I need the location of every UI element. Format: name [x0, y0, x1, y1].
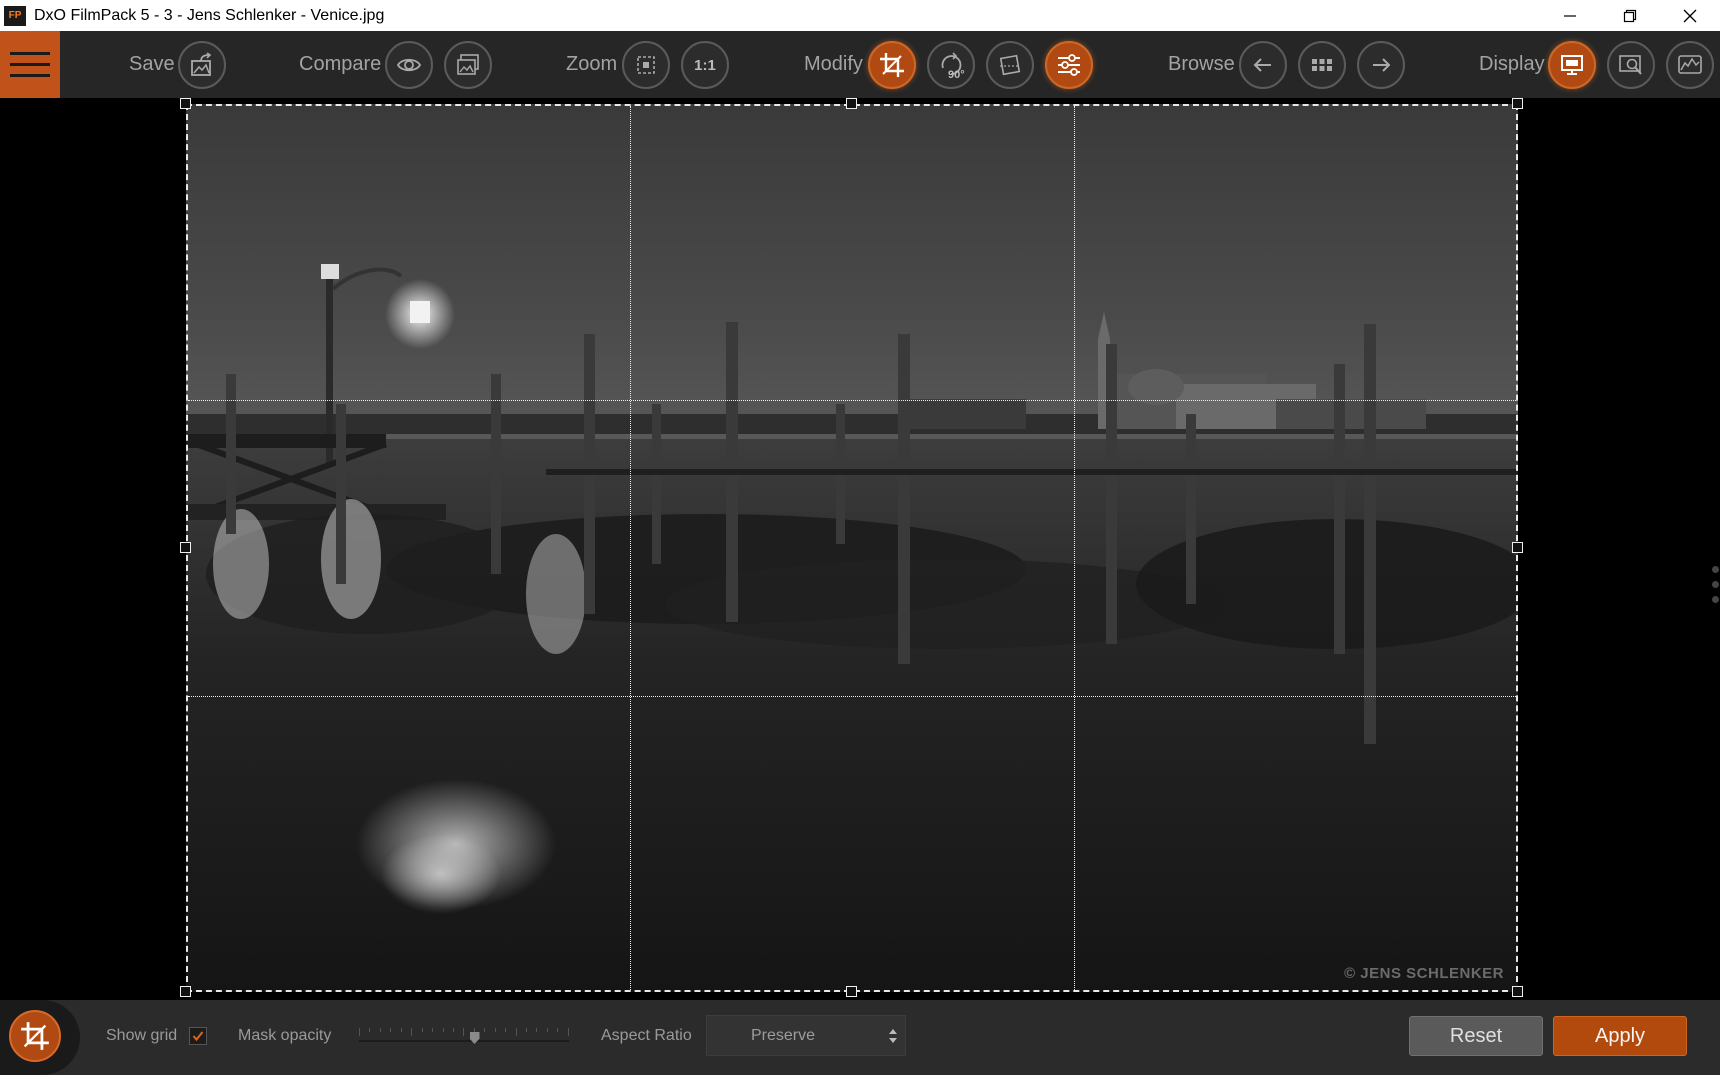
arrow-left-icon	[1253, 58, 1271, 72]
histogram-icon	[1678, 55, 1702, 74]
main-toolbar: Save Compare Zoom 1:1 Modify 90° Browse …	[0, 31, 1720, 98]
adjustments-button[interactable]	[1045, 41, 1093, 89]
mask-opacity-slider[interactable]	[359, 1022, 569, 1048]
reset-button[interactable]: Reset	[1409, 1016, 1543, 1056]
tool-indicator-area	[0, 1000, 80, 1075]
rotate-button[interactable]: 90°	[927, 41, 975, 89]
crop-handle-left[interactable]	[180, 542, 191, 553]
crop-button[interactable]	[868, 41, 916, 89]
crop-handle-right[interactable]	[1512, 542, 1523, 553]
zoom-fit-button[interactable]	[622, 41, 670, 89]
monitor-icon	[1561, 55, 1583, 75]
browse-label: Browse	[1168, 53, 1235, 75]
straighten-button[interactable]	[986, 41, 1034, 89]
zoom-fit-icon	[637, 56, 655, 74]
compare-eye-button[interactable]	[385, 41, 433, 89]
restore-button[interactable]	[1600, 0, 1660, 31]
active-crop-tool-button[interactable]	[9, 1010, 61, 1062]
app-logo: FP	[4, 5, 26, 26]
crop-handle-top-left[interactable]	[180, 98, 191, 109]
mask-opacity-label: Mask opacity	[238, 1027, 332, 1044]
checkmark-icon	[192, 1031, 204, 1042]
aspect-ratio-label: Aspect Ratio	[601, 1027, 692, 1044]
menu-icon	[10, 51, 50, 77]
close-button[interactable]	[1660, 0, 1720, 31]
apply-button[interactable]: Apply	[1553, 1016, 1687, 1056]
image-viewer: © JENS SCHLENKER	[0, 98, 1720, 1000]
loupe-icon	[1619, 55, 1642, 75]
crop-icon	[21, 1022, 49, 1050]
sliders-icon	[1058, 54, 1080, 76]
close-icon	[1683, 9, 1697, 22]
straighten-icon	[999, 54, 1021, 76]
select-arrows-icon	[889, 1029, 897, 1043]
minimize-icon	[1564, 14, 1576, 17]
eye-icon	[396, 58, 422, 72]
crop-handle-bottom[interactable]	[846, 986, 857, 997]
aspect-ratio-value: Preserve	[751, 1026, 816, 1044]
histogram-button[interactable]	[1666, 41, 1714, 89]
minimize-button[interactable]	[1540, 0, 1600, 31]
restore-icon	[1623, 9, 1637, 22]
zoom-100-button[interactable]: 1:1	[681, 41, 729, 89]
slider-ticks	[359, 1028, 569, 1036]
display-label: Display	[1479, 53, 1545, 75]
save-icon	[191, 52, 212, 76]
crop-handle-bottom-right[interactable]	[1512, 986, 1523, 997]
show-grid-label: Show grid	[106, 1027, 178, 1044]
crop-handle-bottom-left[interactable]	[180, 986, 191, 997]
loupe-button[interactable]	[1607, 41, 1655, 89]
crop-handle-top-right[interactable]	[1512, 98, 1523, 109]
grid-line-horizontal-2	[188, 696, 1516, 697]
side-panel-handle[interactable]	[1712, 566, 1720, 611]
aspect-ratio-select[interactable]: Preserve	[706, 1015, 906, 1056]
compare-images-icon	[457, 54, 479, 75]
previous-image-button[interactable]	[1239, 41, 1287, 89]
save-label: Save	[129, 53, 175, 75]
grid-line-vertical-1	[630, 106, 631, 990]
slider-thumb[interactable]	[469, 1032, 480, 1044]
title-bar: FP DxO FilmPack 5 - 3 - Jens Schlenker -…	[0, 0, 1720, 31]
window-controls	[1540, 0, 1720, 31]
grid-view-button[interactable]	[1298, 41, 1346, 89]
crop-icon	[880, 53, 904, 77]
display-single-button[interactable]	[1548, 41, 1596, 89]
slider-track	[359, 1040, 569, 1042]
crop-options-bar: Show grid Mask opacity Aspect Ratio Pres…	[0, 1000, 1720, 1075]
zoom-label: Zoom	[566, 53, 618, 75]
compare-images-button[interactable]	[444, 41, 492, 89]
modify-label: Modify	[804, 53, 863, 75]
main-menu-button[interactable]	[0, 31, 60, 98]
arrow-right-icon	[1373, 58, 1391, 72]
crop-frame[interactable]	[186, 104, 1518, 992]
grid-view-icon	[1312, 59, 1332, 71]
zoom-100-label: 1:1	[694, 56, 716, 74]
show-grid-checkbox[interactable]	[189, 1027, 207, 1045]
next-image-button[interactable]	[1357, 41, 1405, 89]
window-title: DxO FilmPack 5 - 3 - Jens Schlenker - Ve…	[34, 6, 385, 24]
rotate-label: 90°	[948, 69, 965, 81]
crop-handle-top[interactable]	[846, 98, 857, 109]
compare-label: Compare	[299, 53, 382, 75]
grid-line-vertical-2	[1074, 106, 1075, 990]
save-button[interactable]	[178, 41, 226, 89]
grid-line-horizontal-1	[188, 400, 1516, 401]
